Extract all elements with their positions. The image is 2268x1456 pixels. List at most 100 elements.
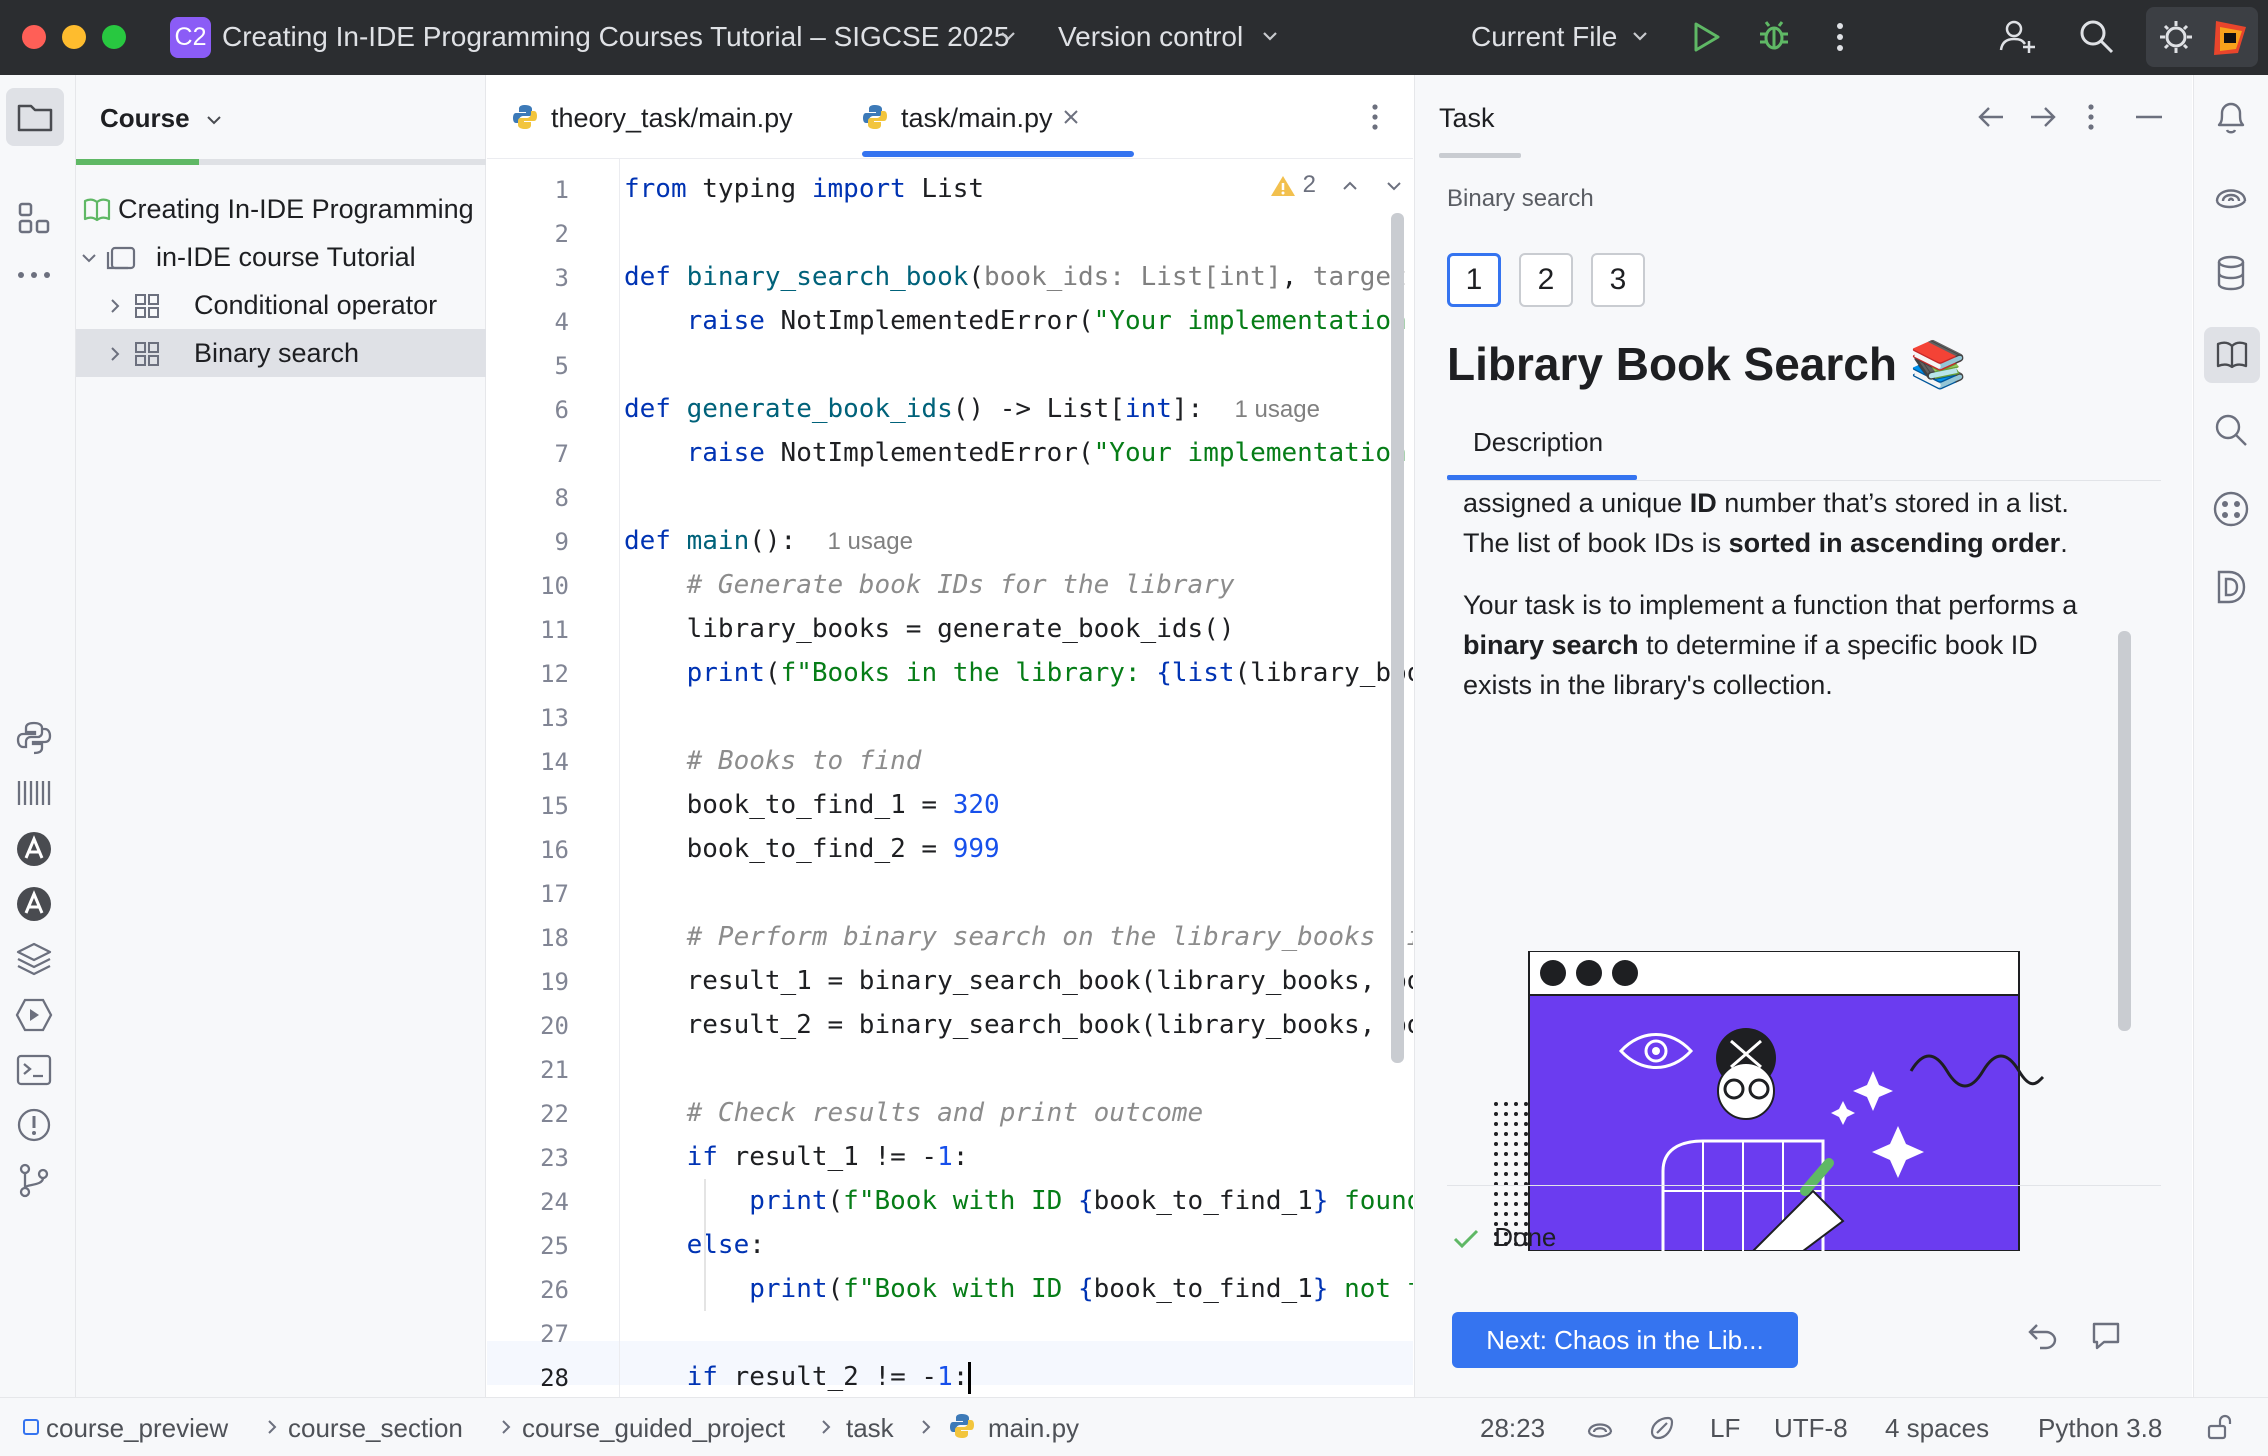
tab-theory-task-main[interactable]: theory_task/main.py (511, 75, 793, 159)
ai-assistant-icon[interactable] (2211, 175, 2251, 215)
line-number: 23 (540, 1144, 569, 1172)
inspection-widget[interactable]: 2 (1270, 171, 1410, 199)
chevron-right-icon[interactable] (106, 297, 124, 315)
project-name[interactable]: Creating In-IDE Programming Courses Tuto… (222, 21, 1009, 53)
layers-icon[interactable] (14, 939, 54, 979)
zoom-window-button[interactable] (102, 25, 126, 49)
plugins-icon[interactable] (2211, 489, 2251, 529)
chevron-down-icon[interactable] (1630, 26, 1650, 46)
task-panel: Task Binary search 1 2 3 Library Book Se… (1414, 75, 2192, 1397)
ai-status-icon[interactable] (1586, 1414, 1614, 1442)
chevron-down-icon[interactable] (1260, 26, 1280, 46)
feedback-icon[interactable] (2091, 1321, 2121, 1351)
close-window-button[interactable] (22, 25, 46, 49)
coverage-icon[interactable] (14, 773, 54, 813)
vcs-menu[interactable]: Version control (1058, 21, 1243, 53)
database-icon[interactable] (2211, 253, 2251, 293)
course-panel-header[interactable]: Course (100, 103, 223, 134)
code-area[interactable]: from typing import List def binary_searc… (624, 159, 1413, 1397)
task-description-tool-button[interactable] (2204, 327, 2260, 383)
chevron-up-icon[interactable] (1341, 177, 1359, 195)
line-separator[interactable]: LF (1710, 1413, 1740, 1444)
git-branch-icon[interactable] (14, 1160, 54, 1200)
tab-task-main[interactable]: task/main.py (861, 75, 1081, 159)
python-console-icon[interactable] (14, 718, 54, 758)
services-icon[interactable] (14, 995, 54, 1035)
course-panel: Course Creating In-IDE Programming in-ID… (76, 75, 486, 1397)
chevron-down-icon[interactable] (998, 26, 1018, 46)
breadcrumb-course-preview[interactable]: course_preview (46, 1413, 228, 1444)
chevron-down-icon[interactable] (80, 249, 98, 267)
breadcrumb-course-guided-project[interactable]: course_guided_project (522, 1413, 785, 1444)
code-line: # Generate book IDs for the library (686, 570, 1235, 600)
task-panel-title[interactable]: Task (1439, 103, 1495, 134)
line-number: 6 (554, 396, 569, 424)
chevron-right-icon[interactable] (106, 345, 124, 363)
usage-hint[interactable]: 1 usage (828, 528, 913, 555)
breadcrumb-course-section[interactable]: course_section (288, 1413, 463, 1444)
python-interpreter[interactable]: Python 3.8 (2038, 1413, 2162, 1444)
close-tab-icon[interactable] (1061, 107, 1081, 127)
breadcrumb-main-py[interactable]: main.py (988, 1413, 1079, 1444)
structure-icon[interactable] (14, 198, 54, 238)
editor-scrollbar[interactable] (1391, 213, 1404, 1063)
status-bar: course_preview course_section course_gui… (0, 1397, 2268, 1456)
usage-hint[interactable]: 1 usage (1235, 396, 1320, 423)
run-config-selector[interactable]: Current File (1471, 21, 1617, 53)
more-horizontal-icon[interactable] (14, 255, 54, 295)
line-number: 3 (554, 264, 569, 292)
step-2-button[interactable]: 2 (1519, 253, 1573, 307)
add-user-icon[interactable] (1998, 16, 2038, 56)
more-vertical-icon[interactable] (1828, 20, 1852, 54)
description-scroll-area[interactable]: assigned a unique ID number that’s store… (1415, 481, 2193, 1261)
step-1-button[interactable]: 1 (1447, 253, 1501, 307)
caret-position[interactable]: 28:23 (1480, 1413, 1545, 1444)
step-3-button[interactable]: 3 (1591, 253, 1645, 307)
more-vertical-icon[interactable] (1365, 101, 1385, 133)
search-icon[interactable] (2078, 18, 2116, 56)
file-encoding[interactable]: UTF-8 (1774, 1413, 1848, 1444)
done-label: Done (1494, 1222, 1557, 1252)
code-line: book_to_find_2 = 999 (624, 834, 1000, 864)
jetbrains-academy-icon[interactable] (14, 829, 54, 869)
more-vertical-icon[interactable] (2081, 101, 2101, 133)
line-number: 8 (554, 484, 569, 512)
tab-description[interactable]: Description (1473, 427, 1603, 458)
code-line: def binary_search_book(book_ids: List[in… (624, 262, 1407, 292)
terminal-icon[interactable] (14, 1050, 54, 1090)
run-icon[interactable] (1690, 20, 1722, 54)
code-style-icon[interactable] (1648, 1414, 1676, 1442)
tree-item-course[interactable]: Creating In-IDE Programming (76, 185, 486, 233)
tree-item-conditional-operator[interactable]: Conditional operator (76, 281, 486, 329)
line-number: 16 (540, 836, 569, 864)
forward-arrow-icon[interactable] (2029, 105, 2057, 129)
next-task-button[interactable]: Next: Chaos in the Lib... (1452, 1312, 1798, 1368)
notifications-icon[interactable] (2211, 97, 2251, 137)
project-badge[interactable]: C2 (170, 17, 211, 58)
unlock-icon[interactable] (2206, 1413, 2234, 1441)
settings-and-ai-button[interactable] (2146, 7, 2258, 67)
breadcrumb-task[interactable]: task (846, 1413, 894, 1444)
minimize-window-button[interactable] (62, 25, 86, 49)
project-folder-icon[interactable] (6, 88, 64, 146)
code-line: # Perform binary search on the library_b… (686, 922, 1413, 952)
code-line: print(f"Book with ID {book_to_find_1} no… (749, 1274, 1413, 1304)
tree-item-label: in-IDE course Tutorial (156, 242, 416, 272)
search-everywhere-icon[interactable] (2211, 410, 2251, 450)
jetbrains-academy-alt-icon[interactable] (14, 884, 54, 924)
lesson-grid-icon (134, 341, 160, 367)
lesson-breadcrumb[interactable]: Binary search (1447, 185, 1594, 213)
tree-item-binary-search[interactable]: Binary search (76, 329, 486, 377)
datalore-icon[interactable] (2211, 567, 2251, 607)
code-line: if result_1 != -1: (686, 1142, 969, 1172)
indent-setting[interactable]: 4 spaces (1885, 1413, 1989, 1444)
code-line: if result_2 != -1: (624, 1355, 972, 1397)
problems-icon[interactable] (14, 1105, 54, 1145)
chevron-down-icon[interactable] (1385, 177, 1403, 195)
back-arrow-icon[interactable] (1977, 105, 2005, 129)
minimize-icon[interactable] (2135, 115, 2163, 119)
debug-icon[interactable] (1756, 18, 1792, 54)
reset-task-icon[interactable] (2027, 1321, 2059, 1351)
description-scrollbar[interactable] (2118, 631, 2131, 1031)
tree-item-tutorial[interactable]: in-IDE course Tutorial (76, 233, 486, 281)
